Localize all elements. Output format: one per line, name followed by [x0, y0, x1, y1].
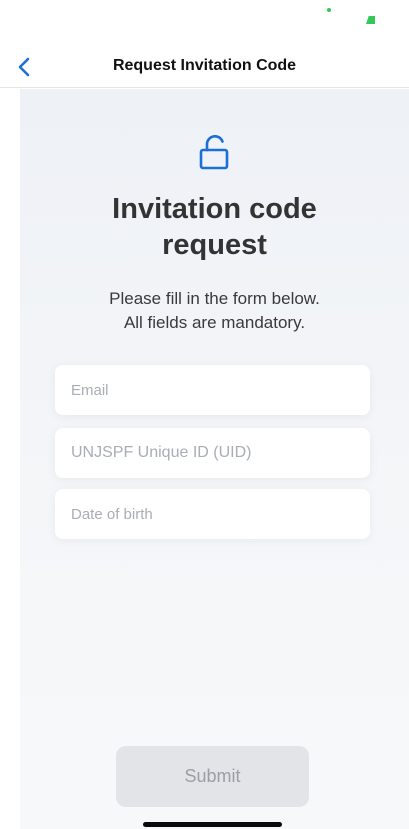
- form-heading: Invitation code request: [112, 193, 317, 261]
- chevron-left-icon: [18, 57, 30, 77]
- submit-button[interactable]: Submit: [116, 746, 309, 807]
- email-field[interactable]: [55, 365, 370, 415]
- battery-icon: [366, 16, 375, 24]
- page-title: Request Invitation Code: [112, 57, 297, 74]
- status-bar: [0, 0, 409, 44]
- navigation-bar: Request Invitation Code: [0, 44, 409, 88]
- form-container: Invitation code request Please fill in t…: [20, 89, 409, 829]
- date-of-birth-field[interactable]: [55, 489, 370, 539]
- instructions-line-2: All fields are mandatory.: [123, 313, 306, 332]
- unlock-icon: [199, 135, 228, 170]
- instructions-line-1: Please fill in the form below.: [109, 289, 320, 308]
- uid-field[interactable]: [55, 428, 370, 478]
- status-indicator-dot: [327, 8, 331, 12]
- home-indicator[interactable]: [143, 822, 282, 827]
- screen: Request Invitation Code Invitation code …: [0, 0, 409, 829]
- back-button[interactable]: [18, 52, 48, 82]
- form-instructions: Please fill in the form below. All field…: [20, 287, 409, 335]
